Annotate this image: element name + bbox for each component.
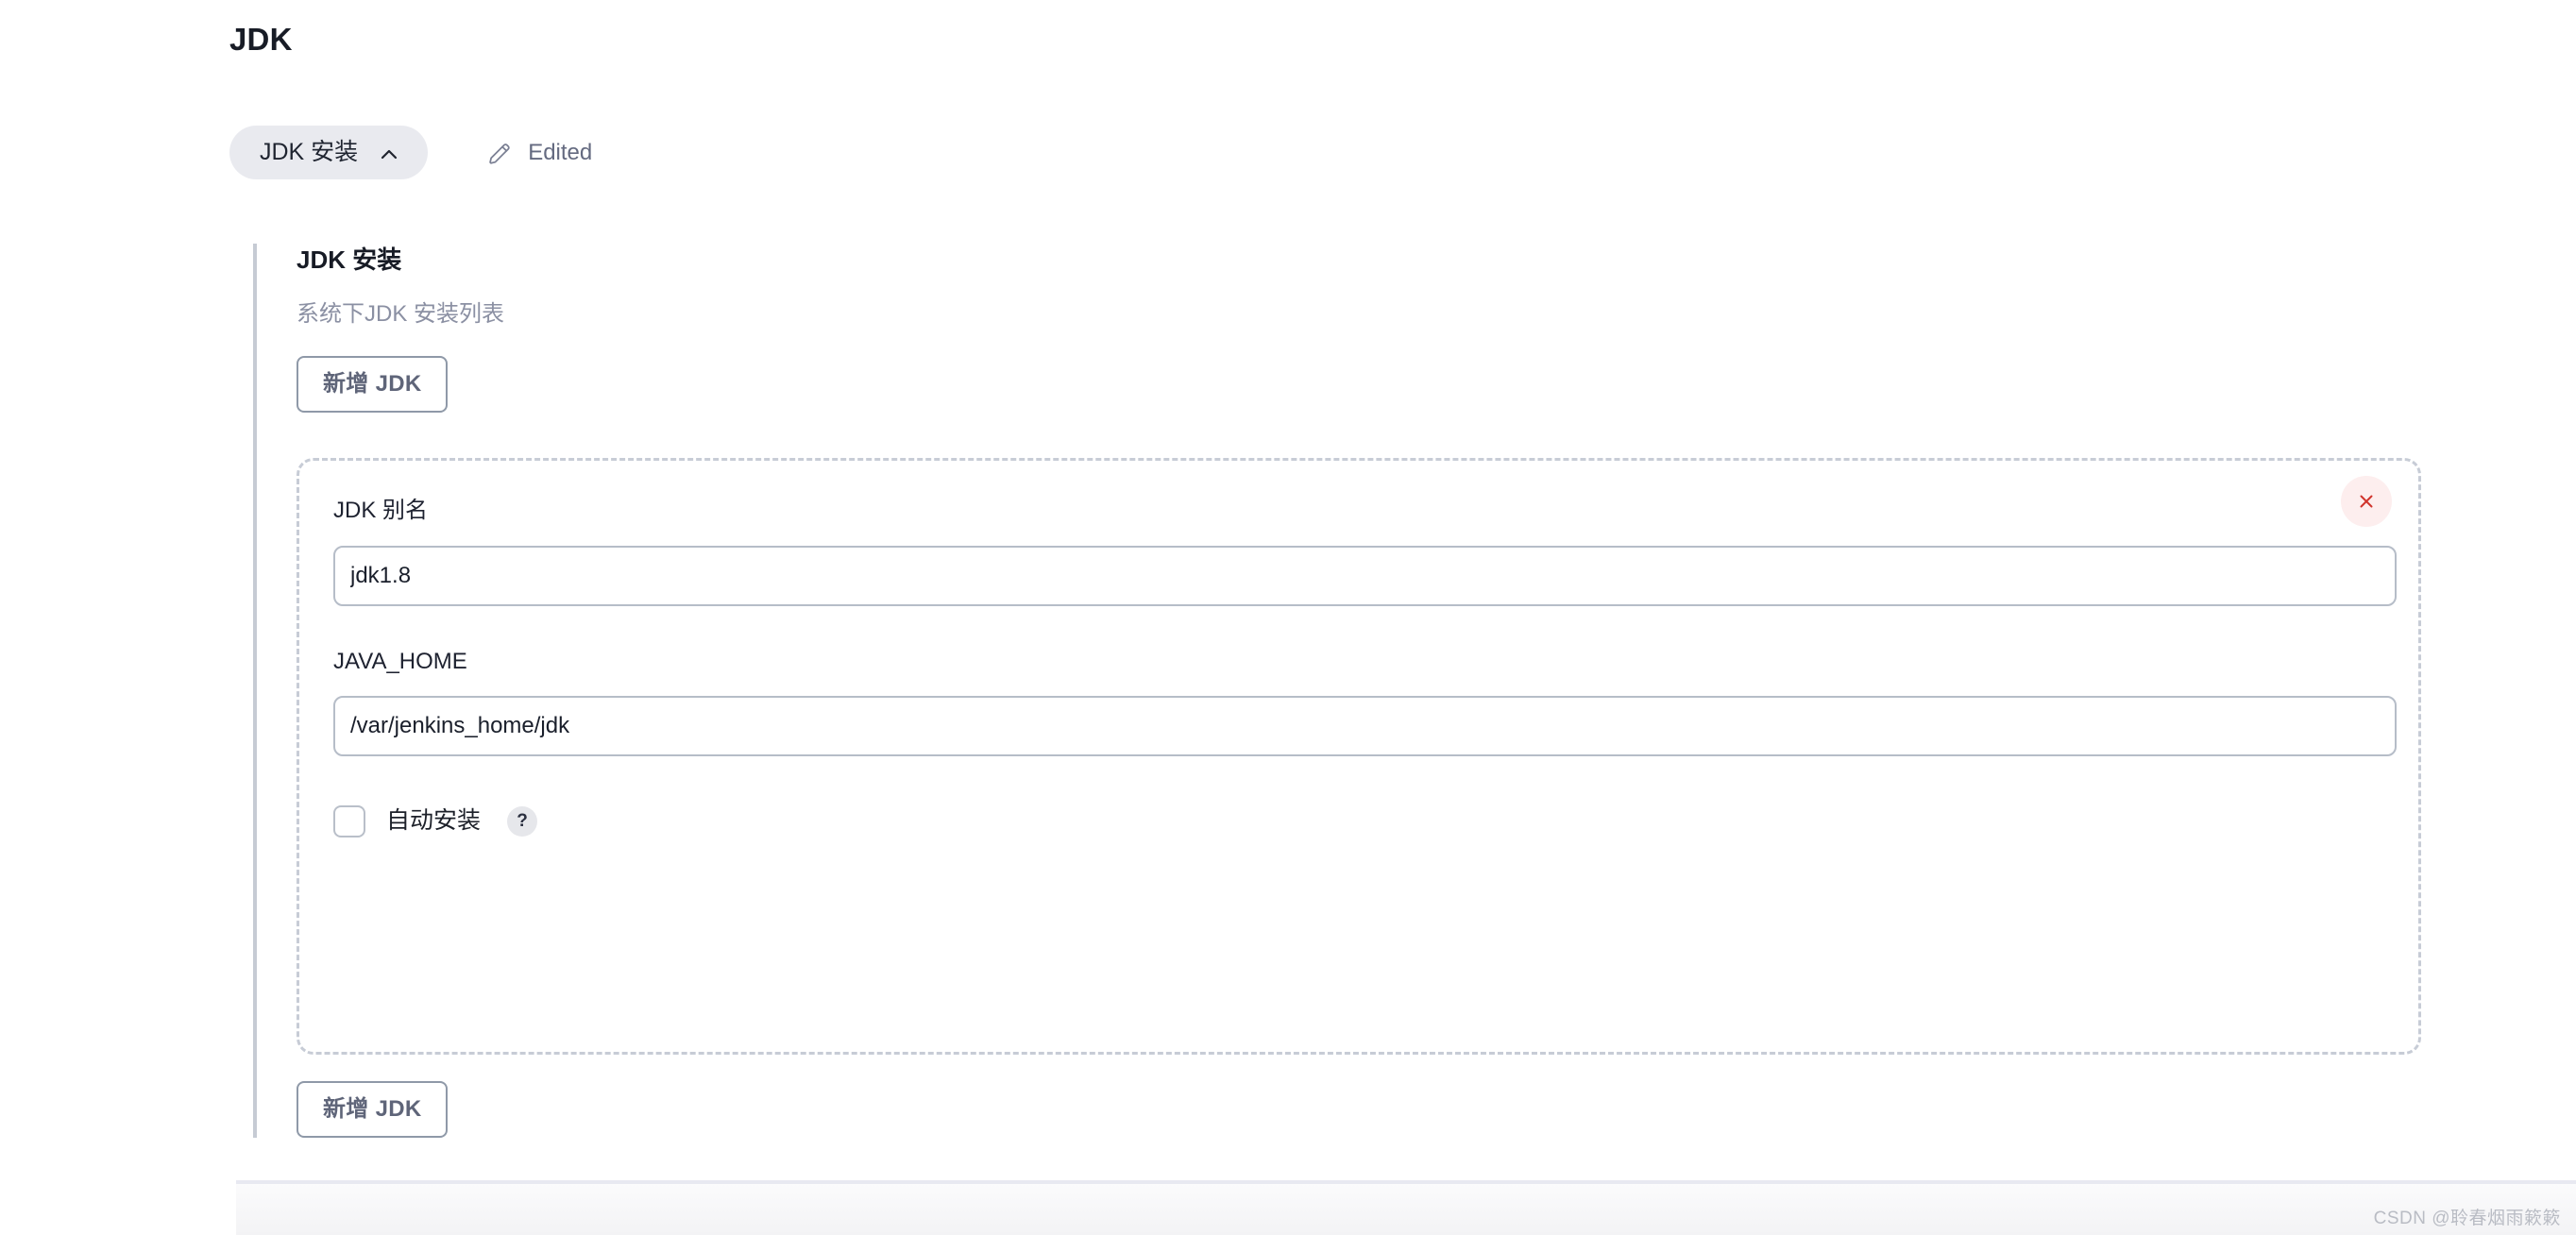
chevron-up-icon xyxy=(379,144,399,165)
section-toggle-jdk-install[interactable]: JDK 安装 xyxy=(229,126,429,179)
java-home-input[interactable] xyxy=(333,695,2397,756)
close-icon[interactable] xyxy=(2341,476,2392,528)
auto-install-row: 自动安装 ? xyxy=(333,804,2377,837)
pencil-icon xyxy=(486,140,513,166)
jdk-alias-input[interactable] xyxy=(333,545,2397,606)
add-jdk-button-bottom[interactable]: 新增 JDK xyxy=(297,1081,449,1139)
question-mark-icon[interactable]: ? xyxy=(507,805,538,837)
edited-label: Edited xyxy=(528,139,593,165)
section-toggle-label: JDK 安装 xyxy=(260,139,359,165)
field-jdk-alias: JDK 别名 xyxy=(333,495,2397,606)
field-label-java-home: JAVA_HOME xyxy=(333,648,467,674)
field-java-home: JAVA_HOME xyxy=(333,646,2397,756)
jdk-entry-card: JDK 别名 JAVA_HOME 自动安装 ? xyxy=(297,458,2421,1056)
section-toggle-row: JDK 安装 Edited xyxy=(229,126,592,179)
field-label-jdk-alias: JDK 别名 xyxy=(333,498,429,524)
page-title: JDK xyxy=(229,22,293,57)
footer-strip xyxy=(236,1184,2576,1235)
section-heading: JDK 安装 xyxy=(297,245,402,274)
watermark: CSDN @聆春烟雨簌簌 xyxy=(2373,1209,2561,1228)
auto-install-checkbox[interactable] xyxy=(333,804,365,837)
section-description: 系统下JDK 安装列表 xyxy=(297,301,505,328)
section-body-jdk-install: JDK 安装 系统下JDK 安装列表 新增 JDK JDK 别名 JAVA_HO… xyxy=(253,244,2453,1139)
edited-indicator[interactable]: Edited xyxy=(486,140,592,166)
auto-install-label: 自动安装 xyxy=(386,807,482,835)
add-jdk-button-top[interactable]: 新增 JDK xyxy=(297,356,449,414)
